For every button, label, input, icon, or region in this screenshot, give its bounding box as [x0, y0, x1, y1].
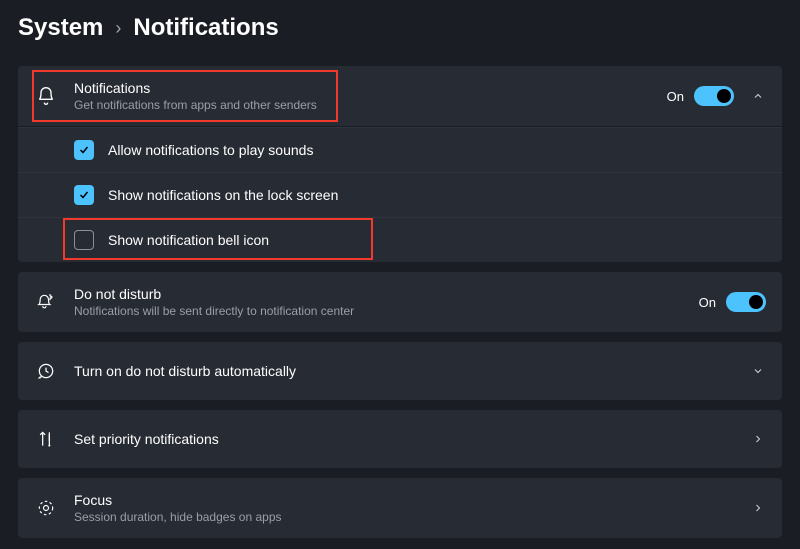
dnd-toggle[interactable]: [726, 292, 766, 312]
breadcrumb: System › Notifications: [0, 0, 800, 50]
option-bell-icon[interactable]: Show notification bell icon: [18, 217, 782, 262]
option-play-sounds-label: Allow notifications to play sounds: [108, 142, 313, 158]
focus-card[interactable]: Focus Session duration, hide badges on a…: [18, 478, 782, 538]
clock-icon: [34, 359, 58, 383]
notifications-subtitle: Get notifications from apps and other se…: [74, 98, 651, 112]
option-bell-icon-label: Show notification bell icon: [108, 232, 269, 248]
breadcrumb-parent[interactable]: System: [18, 14, 103, 42]
priority-card[interactable]: Set priority notifications: [18, 410, 782, 468]
chevron-up-icon[interactable]: [750, 90, 766, 102]
notifications-toggle[interactable]: [694, 86, 734, 106]
dnd-card[interactable]: z Do not disturb Notifications will be s…: [18, 272, 782, 332]
checkbox-unchecked[interactable]: [74, 230, 94, 250]
priority-icon: [34, 427, 58, 451]
chevron-right-icon: ›: [115, 18, 121, 39]
notifications-header[interactable]: Notifications Get notifications from app…: [18, 66, 782, 126]
chevron-down-icon[interactable]: [750, 365, 766, 377]
dnd-subtitle: Notifications will be sent directly to n…: [74, 304, 683, 318]
dnd-auto-card[interactable]: Turn on do not disturb automatically: [18, 342, 782, 400]
notifications-title: Notifications: [74, 80, 651, 96]
focus-icon: [34, 496, 58, 520]
dnd-title: Do not disturb: [74, 286, 683, 302]
dnd-toggle-label: On: [699, 295, 716, 310]
checkbox-checked[interactable]: [74, 140, 94, 160]
notifications-toggle-label: On: [667, 89, 684, 104]
chevron-right-icon[interactable]: [750, 433, 766, 445]
checkbox-checked[interactable]: [74, 185, 94, 205]
moon-bell-icon: z: [34, 290, 58, 314]
chevron-right-icon[interactable]: [750, 502, 766, 514]
dnd-toggle-wrap: On: [699, 292, 766, 312]
notifications-options: Allow notifications to play sounds Show …: [18, 127, 782, 262]
settings-content: Notifications Get notifications from app…: [0, 50, 800, 538]
svg-text:z: z: [49, 294, 51, 299]
option-lock-screen-label: Show notifications on the lock screen: [108, 187, 338, 203]
option-lock-screen[interactable]: Show notifications on the lock screen: [18, 172, 782, 217]
focus-subtitle: Session duration, hide badges on apps: [74, 510, 734, 524]
option-play-sounds[interactable]: Allow notifications to play sounds: [18, 127, 782, 172]
bell-icon: [34, 84, 58, 108]
breadcrumb-current: Notifications: [133, 14, 278, 42]
focus-title: Focus: [74, 492, 734, 508]
dnd-auto-title: Turn on do not disturb automatically: [74, 363, 734, 379]
priority-title: Set priority notifications: [74, 431, 734, 447]
notifications-toggle-wrap: On: [667, 86, 734, 106]
